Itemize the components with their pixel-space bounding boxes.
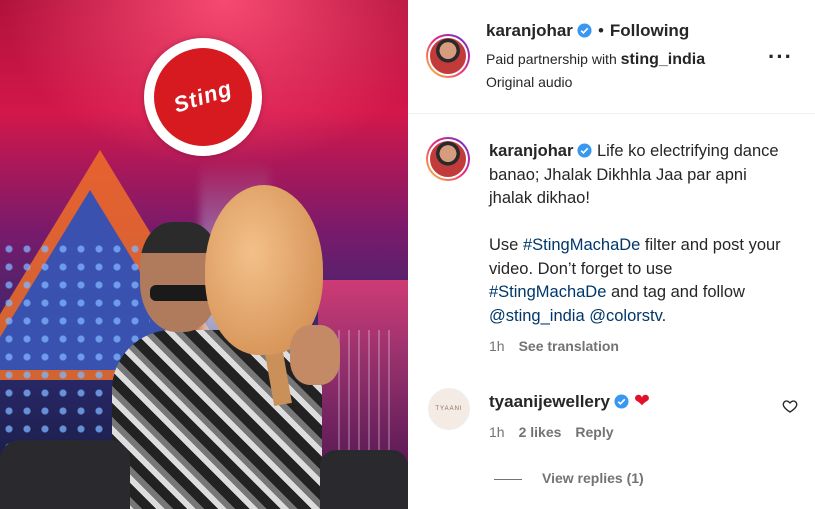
post-caption: karanjohar Life ko electrifying dance ba… xyxy=(489,140,789,328)
view-replies-button[interactable]: View replies (1) xyxy=(494,470,644,486)
see-translation-button[interactable]: See translation xyxy=(519,338,619,354)
caption-paragraph-1: karanjohar Life ko electrifying dance ba… xyxy=(489,140,789,211)
post-header-line: karanjohar • Following xyxy=(486,21,689,41)
mention-link[interactable]: @colorstv xyxy=(589,307,661,325)
caption-timestamp[interactable]: 1h xyxy=(489,338,505,354)
view-replies-label: View replies (1) xyxy=(542,470,644,486)
more-options-icon[interactable]: ··· xyxy=(768,44,793,70)
caption-username[interactable]: karanjohar xyxy=(489,142,573,160)
verified-badge-icon xyxy=(577,143,592,158)
author-username[interactable]: karanjohar xyxy=(486,21,573,40)
hashtag-link[interactable]: #StingMachaDe xyxy=(523,236,640,254)
reply-button[interactable]: Reply xyxy=(575,424,613,440)
author-avatar[interactable] xyxy=(426,34,470,78)
red-heart-emoji: ❤ xyxy=(633,391,650,412)
separator-dot: • xyxy=(597,21,604,40)
partner-link[interactable]: sting_india xyxy=(621,51,705,68)
comment-timestamp[interactable]: 1h xyxy=(489,424,505,440)
chair-right xyxy=(320,450,408,509)
comment-likes[interactable]: 2 likes xyxy=(519,424,562,440)
post-side-panel: karanjohar • Following Paid partnership wi… xyxy=(408,0,815,509)
stage-right-bars xyxy=(338,330,398,470)
verified-badge-icon xyxy=(614,394,629,409)
commenter-avatar[interactable]: TYAANI xyxy=(428,388,470,430)
post-dialog: Sting karanjohar • Following Paid partners… xyxy=(0,0,815,509)
author-avatar-image xyxy=(428,36,468,76)
person-hand xyxy=(290,325,340,385)
audio-link[interactable]: Original audio xyxy=(486,74,572,90)
chair-left xyxy=(0,440,130,509)
caption-meta: 1h See translation xyxy=(489,338,619,354)
sting-logo-inner: Sting xyxy=(154,48,252,146)
replies-line xyxy=(494,478,522,480)
mention-link[interactable]: @sting_india xyxy=(489,307,585,325)
person-glasses xyxy=(150,285,214,301)
caption-period: . xyxy=(661,306,667,325)
comment-meta: 1h 2 likes Reply xyxy=(489,424,614,440)
hashtag-link[interactable]: #StingMachaDe xyxy=(489,283,606,301)
commenter-avatar-text: TYAANI xyxy=(435,406,463,412)
partnership-line: Paid partnership with sting_india xyxy=(486,51,705,69)
caption-paragraph-2: Use #StingMachaDe filter and post your v… xyxy=(489,234,789,328)
following-button[interactable]: Following xyxy=(610,21,689,40)
verified-badge-icon xyxy=(577,23,592,38)
caption-text-use: Use xyxy=(489,236,523,254)
commenter-username[interactable]: tyaanijewellery xyxy=(489,392,610,411)
sting-logo: Sting xyxy=(144,38,262,156)
caption-text-3: and tag and follow xyxy=(606,283,745,301)
caption-author-avatar[interactable] xyxy=(426,137,470,181)
header-divider xyxy=(408,113,815,114)
sting-logo-text: Sting xyxy=(170,75,236,118)
caption-gap xyxy=(489,211,789,235)
partnership-label: Paid partnership with xyxy=(486,51,617,67)
post-video[interactable]: Sting xyxy=(0,0,408,509)
heart-outline-icon[interactable] xyxy=(782,398,798,414)
caption-avatar-image xyxy=(428,139,468,179)
comment-line: tyaanijewellery ❤ xyxy=(489,390,650,413)
